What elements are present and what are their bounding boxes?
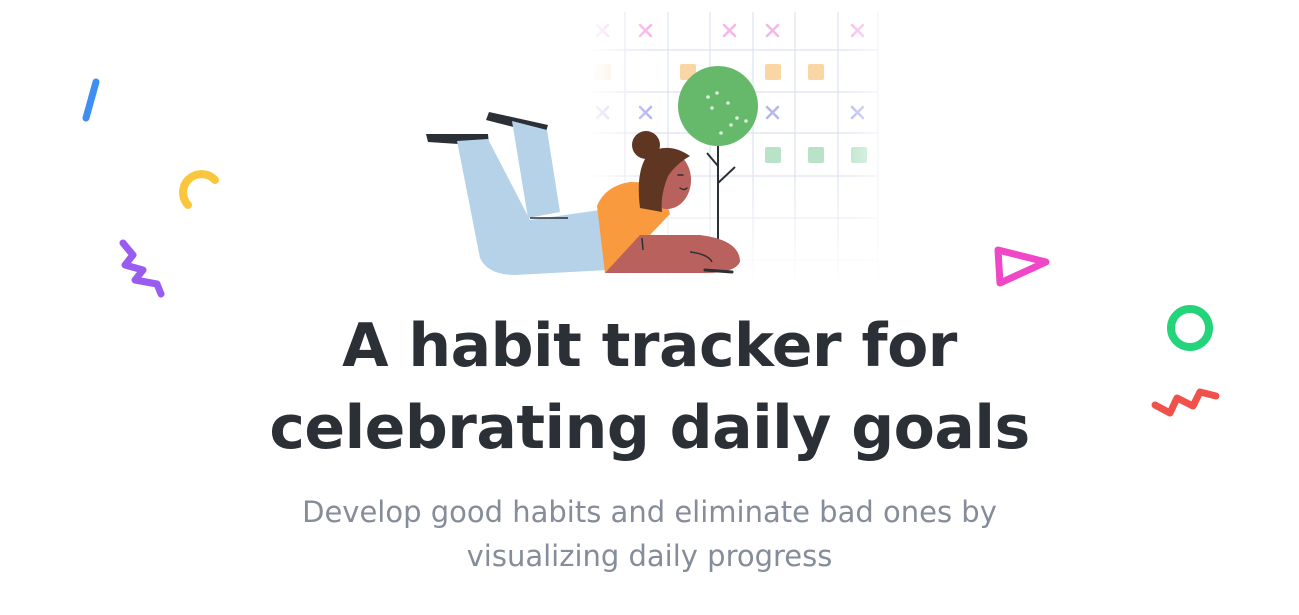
hero-section: A habit tracker for celebrating daily go… xyxy=(0,0,1299,615)
pink-triangle-shape xyxy=(994,246,1050,287)
habit-tracker-illustration xyxy=(426,0,885,285)
headline-line-1: A habit tracker for xyxy=(342,311,957,381)
headline-line-2: celebrating daily goals xyxy=(269,393,1030,463)
hero-subheading: Develop good habits and eliminate bad on… xyxy=(0,490,1299,578)
hero-headline: A habit tracker for celebrating daily go… xyxy=(0,305,1299,469)
purple-zigzag-shape xyxy=(119,239,165,298)
yellow-arc-shape xyxy=(179,170,219,209)
subheading-line-1: Develop good habits and eliminate bad on… xyxy=(302,495,997,529)
blue-dash-shape xyxy=(82,78,100,122)
subheading-line-2: visualizing daily progress xyxy=(466,539,833,573)
